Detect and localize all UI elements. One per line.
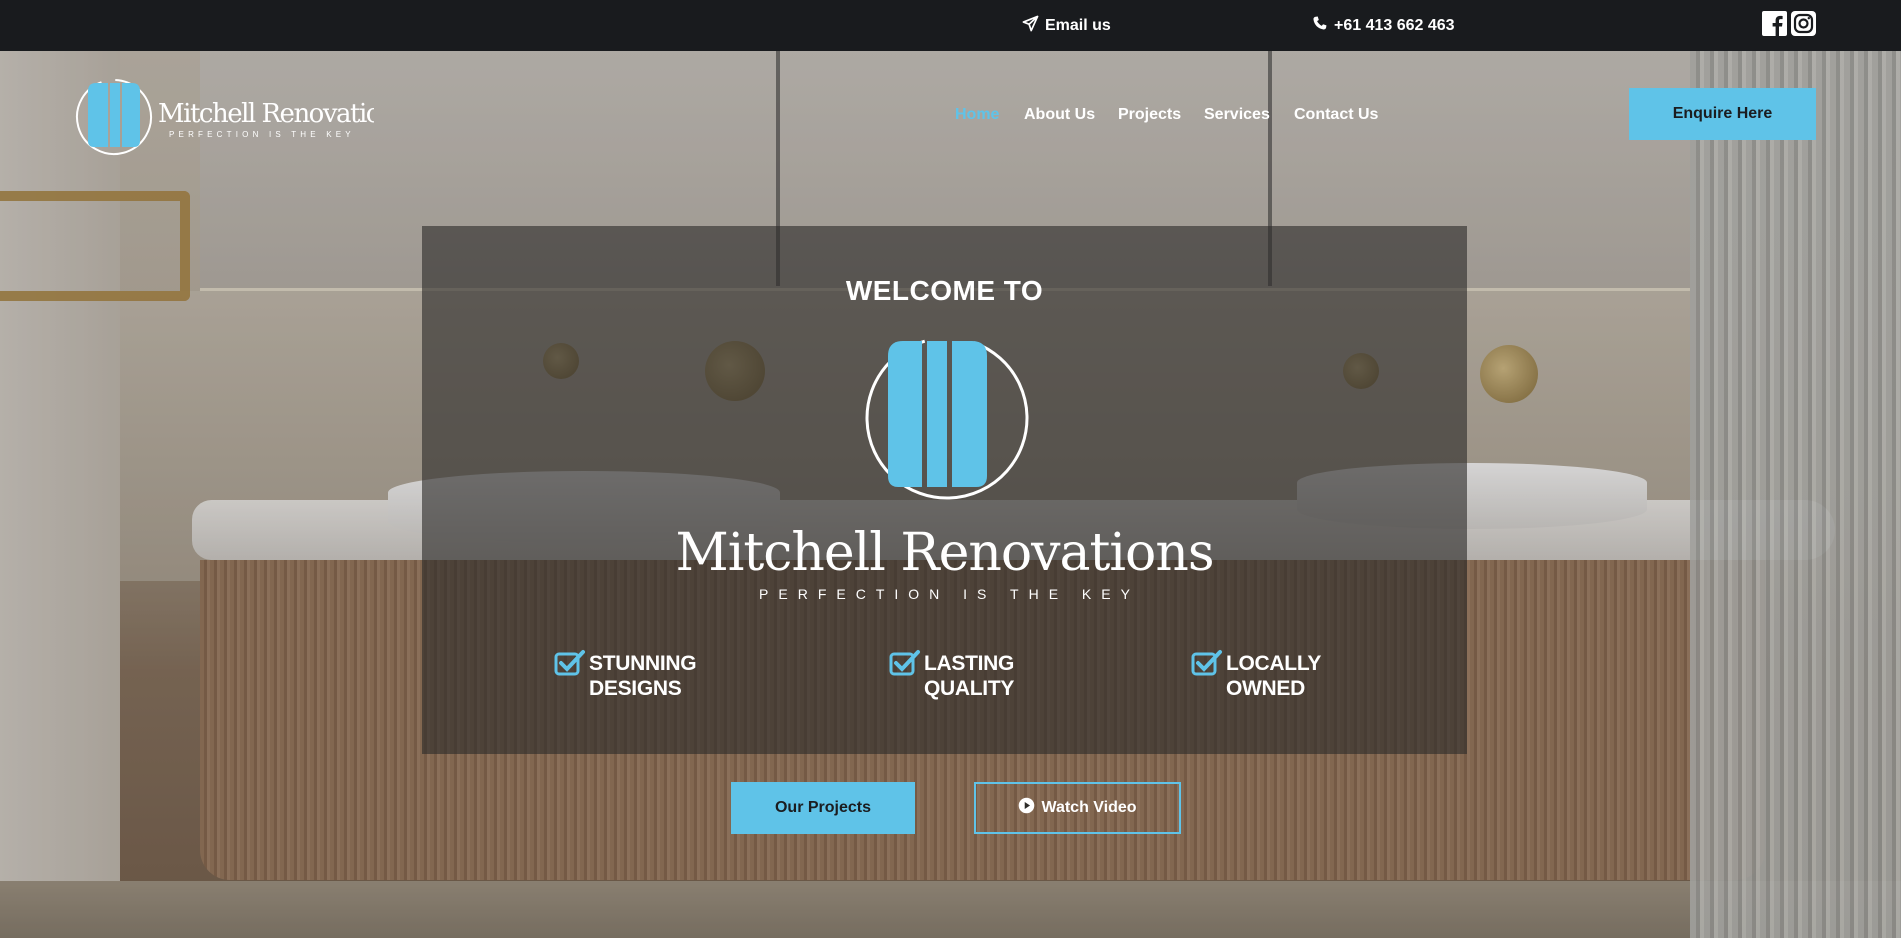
instagram-icon[interactable]: [1791, 11, 1816, 36]
nav-item-contact-us[interactable]: Contact Us: [1294, 106, 1378, 124]
social-links: [1762, 11, 1816, 36]
feature-line: DESIGNS: [589, 677, 682, 700]
brand-name: Mitchell Renovations: [158, 99, 374, 129]
feature-item: STUNNING DESIGNS: [554, 649, 697, 701]
phone-icon: [1311, 15, 1328, 37]
paper-plane-icon: [1022, 15, 1039, 37]
feature-line: LASTING: [924, 652, 1015, 675]
nav-item-services[interactable]: Services: [1204, 106, 1270, 124]
phone-link[interactable]: +61 413 662 463: [1311, 15, 1455, 37]
email-label: Email us: [1045, 17, 1111, 34]
hero-brand-name: Mitchell Renovations: [675, 523, 1214, 583]
nav-item-projects[interactable]: Projects: [1118, 106, 1181, 124]
email-link[interactable]: Email us: [1022, 15, 1111, 37]
watch-video-label: Watch Video: [1041, 799, 1137, 816]
play-circle-icon: [1018, 797, 1035, 819]
check-square-icon: [889, 649, 921, 677]
phone-label: +61 413 662 463: [1334, 17, 1455, 34]
feature-line: QUALITY: [924, 677, 1015, 700]
hero-brand-tagline: PERFECTION IS THE KEY: [759, 586, 1140, 602]
nav-item-about-us[interactable]: About Us: [1024, 106, 1095, 124]
feature-line: LOCALLY: [1226, 652, 1322, 675]
facebook-icon[interactable]: [1762, 11, 1787, 36]
feature-item: LOCALLY OWNED: [1191, 649, 1322, 701]
watch-video-button[interactable]: Watch Video: [974, 782, 1181, 834]
top-bar: Email us +61 413 662 463: [0, 0, 1901, 51]
feature-line: OWNED: [1226, 677, 1305, 700]
welcome-panel: WELCOME TO Mitchell Renovations PERFECTI…: [422, 226, 1467, 754]
welcome-heading: WELCOME TO: [845, 275, 1044, 306]
check-square-icon: [1191, 649, 1223, 677]
our-projects-button[interactable]: Our Projects: [731, 782, 915, 834]
hero-logo-mark: [862, 334, 1032, 502]
check-square-icon: [554, 649, 586, 677]
feature-line: STUNNING: [589, 652, 697, 675]
enquire-button[interactable]: Enquire Here: [1629, 88, 1816, 140]
feature-item: LASTING QUALITY: [889, 649, 1015, 701]
brand-logo[interactable]: Mitchell Renovations PERFECTION IS THE K…: [74, 77, 410, 157]
brand-tagline: PERFECTION IS THE KEY: [169, 130, 355, 139]
nav-item-home[interactable]: Home: [955, 106, 999, 124]
